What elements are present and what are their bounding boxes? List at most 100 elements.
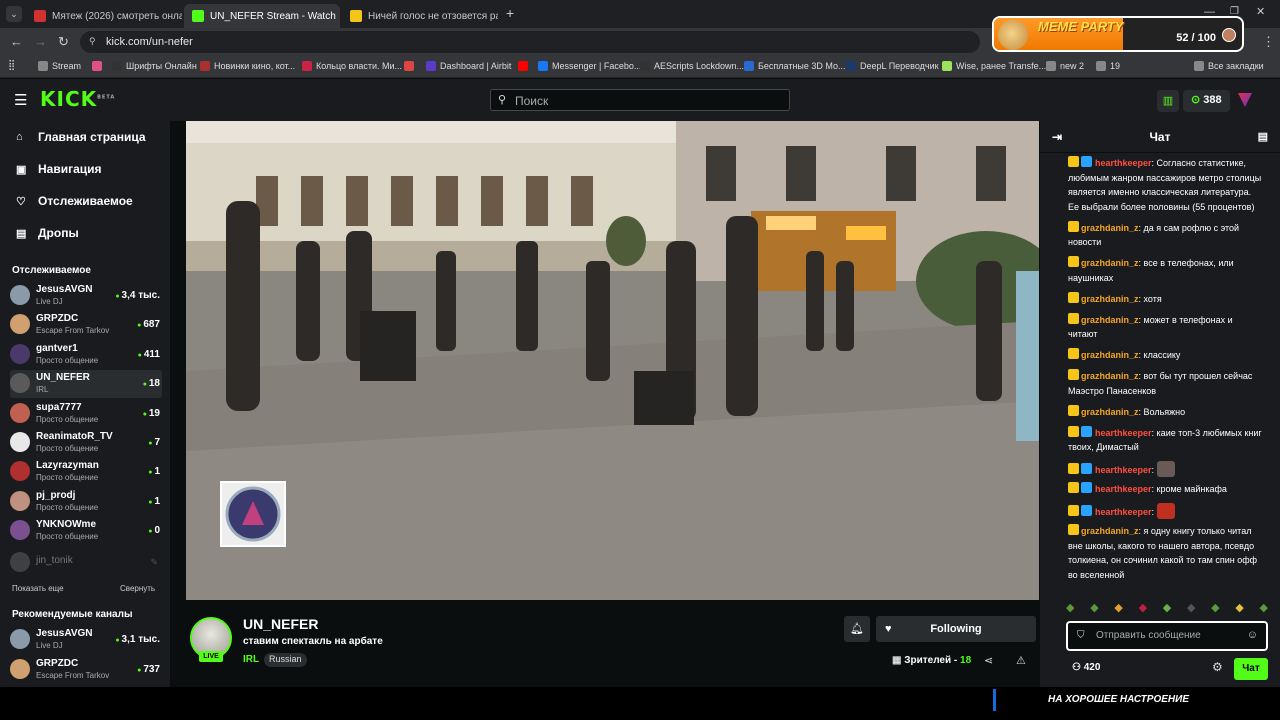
bookmark-item[interactable]: Новинки кино, кот... <box>200 61 295 71</box>
chat-username[interactable]: grazhdanin_z <box>1081 407 1139 417</box>
sidebar-channel-item[interactable]: JesusAVGN Live DJ 3,4 тыс. <box>10 282 162 310</box>
video-player[interactable] <box>186 121 1039 600</box>
search-input[interactable]: ⚲ Поиск <box>490 89 790 111</box>
chat-username[interactable]: grazhdanin_z <box>1081 258 1139 268</box>
bookmark-item[interactable]: Dashboard | Airbit <box>426 61 511 71</box>
sidebar-channel-item[interactable]: JesusAVGN Live DJ 3,1 тыс. <box>10 626 162 654</box>
chat-message: grazhdanin_z: да я сам рофлю с этой ново… <box>1068 220 1264 250</box>
bookmark-item[interactable] <box>518 61 532 71</box>
kick-logo[interactable]: KICKBETA <box>40 87 115 111</box>
chat-username[interactable]: grazhdanin_z <box>1081 294 1139 304</box>
sidebar-nav-item[interactable]: ♡ Отслеживаемое <box>16 194 133 208</box>
chat-settings-icon[interactable]: ⚙ <box>1212 660 1223 674</box>
bookmark-item[interactable]: DeepL Переводчик <box>846 61 939 71</box>
hamburger-menu-icon[interactable]: ☰ <box>14 91 27 109</box>
emote-icon[interactable]: ◆ <box>1090 601 1098 617</box>
category-link[interactable]: IRL <box>243 654 259 665</box>
sidebar-nav-item[interactable]: ▤ Дропы <box>16 226 79 240</box>
user-avatar-icon[interactable] <box>1238 93 1252 107</box>
tab-1[interactable]: UN_NEFER Stream - Watch ✕ <box>184 4 340 28</box>
bookmark-item[interactable]: Кольцо власти. Ми... <box>302 61 402 71</box>
chat-username[interactable]: grazhdanin_z <box>1081 350 1139 360</box>
emote-icon[interactable]: ◆ <box>1139 601 1147 617</box>
subscriber-badge-icon <box>1081 156 1092 167</box>
channel-points[interactable]: ⚇ 420 <box>1072 662 1100 673</box>
sidebar-channel-item[interactable]: gantver1Просто общение 411 <box>10 341 162 369</box>
emote-icon[interactable]: ◆ <box>1235 601 1243 617</box>
sidebar-channel-item[interactable]: supa7777Просто общение 19 <box>10 400 162 428</box>
report-icon[interactable]: ⚠ <box>1016 654 1026 667</box>
emote-icon[interactable]: ◆ <box>1211 601 1219 617</box>
collapse-link[interactable]: Свернуть <box>120 584 155 593</box>
emote-icon[interactable]: ◆ <box>1163 601 1171 617</box>
bookmark-item[interactable]: 19 <box>1096 61 1120 71</box>
site-info-icon[interactable]: ⚲ <box>89 36 96 47</box>
chat-username[interactable]: hearthkeeper <box>1095 507 1152 517</box>
emoji-picker-icon[interactable]: ☺ <box>1247 629 1258 641</box>
reload-icon[interactable]: ↻ <box>58 34 69 50</box>
bookmark-item[interactable]: new 2 <box>1046 61 1084 71</box>
emote-icon[interactable]: ◆ <box>1260 601 1268 617</box>
language-tag[interactable]: Russian <box>264 653 307 667</box>
sidebar-nav-item[interactable]: ▣ Навигация <box>16 162 102 176</box>
following-button[interactable]: ♥ Following <box>876 616 1036 642</box>
chat-username[interactable]: hearthkeeper <box>1095 484 1152 494</box>
window-close-icon[interactable]: ✕ <box>1256 5 1265 18</box>
chat-username[interactable]: hearthkeeper <box>1095 465 1152 475</box>
forward-icon[interactable]: → <box>34 34 47 49</box>
menu-icon[interactable]: ⋮ <box>1262 34 1275 50</box>
bookmark-item[interactable]: Messenger | Facebo... <box>538 61 641 71</box>
bookmark-item[interactable]: Бесплатные 3D Мо... <box>744 61 846 71</box>
sidebar-channel-item[interactable]: GRPZDC Escape From Tarkov 737 <box>10 656 162 684</box>
bookmark-item[interactable]: AEScripts Lockdown... <box>640 61 744 71</box>
bookmark-icon <box>92 61 102 71</box>
sidebar-channel-item[interactable]: LazyrazymanПросто общение 1 <box>10 458 162 486</box>
emote-icon[interactable]: ◆ <box>1187 601 1195 617</box>
new-tab-button[interactable]: + <box>506 5 514 21</box>
tab-0[interactable]: Мятеж (2026) смотреть онлайн ✕ <box>26 4 182 28</box>
bookmark-item[interactable] <box>92 61 106 71</box>
back-icon[interactable]: ← <box>10 34 23 49</box>
bookmark-item[interactable]: Все закладки <box>1194 61 1264 71</box>
chat-username[interactable]: hearthkeeper <box>1095 428 1152 438</box>
bookmark-label: 19 <box>1110 61 1121 71</box>
sidebar-channel-item[interactable]: YNKNOWmeПросто общение 0 <box>10 517 162 545</box>
show-more-link[interactable]: Показать еще <box>12 584 64 593</box>
channel-viewers: 7 <box>148 437 160 448</box>
chat-send-button[interactable]: Чат <box>1234 658 1268 680</box>
chat-username[interactable]: grazhdanin_z <box>1081 371 1139 381</box>
emote-bar: ◆ ◆ ◆ ◆ ◆ ◆ ◆ ◆ ◆ <box>1066 601 1268 617</box>
bookmark-label: DeepL Переводчик <box>860 61 939 71</box>
emote-icon[interactable]: ◆ <box>1114 601 1122 617</box>
tab-2[interactable]: Ничей голос не отзовется ра ✕ <box>342 4 498 28</box>
share-icon[interactable]: ⋖ <box>984 654 993 667</box>
chat-input-placeholder: Отправить сообщение <box>1096 630 1201 641</box>
viewers-value: 18 <box>960 655 972 666</box>
kick-wallet-icon[interactable]: ▥ <box>1157 90 1179 112</box>
url-field[interactable]: ⚲ kick.com/un-nefer <box>80 31 980 53</box>
sidebar-channel-item[interactable]: GRPZDCEscape From Tarkov 687 <box>10 311 162 339</box>
notification-bell-button[interactable]: 🔔︎ <box>844 616 870 642</box>
sidebar-channel-item[interactable]: pj_prodjПросто общение 1 <box>10 488 162 516</box>
kicks-balance[interactable]: ⊙ 388 <box>1183 90 1230 112</box>
bookmark-item[interactable]: Stream <box>38 61 81 71</box>
tab-list-button[interactable]: ⌄ <box>6 6 22 22</box>
chat-username[interactable]: grazhdanin_z <box>1081 526 1139 536</box>
sidebar-channel-item[interactable]: UN_NEFERIRL 18 <box>10 370 162 399</box>
emote-icon[interactable]: ◆ <box>1066 601 1074 617</box>
close-icon[interactable]: ✕ <box>336 10 340 23</box>
sidebar-nav-item[interactable]: ⌂ Главная страница <box>16 130 146 144</box>
apps-icon[interactable]: ⣿ <box>8 60 15 71</box>
chat-username[interactable]: hearthkeeper <box>1095 158 1152 168</box>
chat-message-input[interactable]: ⛉ Отправить сообщение ☺ <box>1066 621 1268 651</box>
channel-name: ReanimatoR_TV <box>36 431 113 442</box>
subscriber-badge-icon <box>1081 482 1092 493</box>
chat-username[interactable]: grazhdanin_z <box>1081 223 1139 233</box>
channel-name[interactable]: UN_NEFER <box>243 616 318 632</box>
bookmark-item[interactable]: Шрифты Онлайн <box>112 61 197 71</box>
bookmark-item[interactable]: Wise, ранее Transfe... <box>942 61 1046 71</box>
bookmark-item[interactable] <box>404 61 418 71</box>
sidebar-channel-item[interactable]: ReanimatoR_TV Просто общение 7 <box>10 429 162 457</box>
sidebar-item-offline[interactable]: jin_tonik ✎ <box>10 549 162 577</box>
chat-username[interactable]: grazhdanin_z <box>1081 315 1139 325</box>
